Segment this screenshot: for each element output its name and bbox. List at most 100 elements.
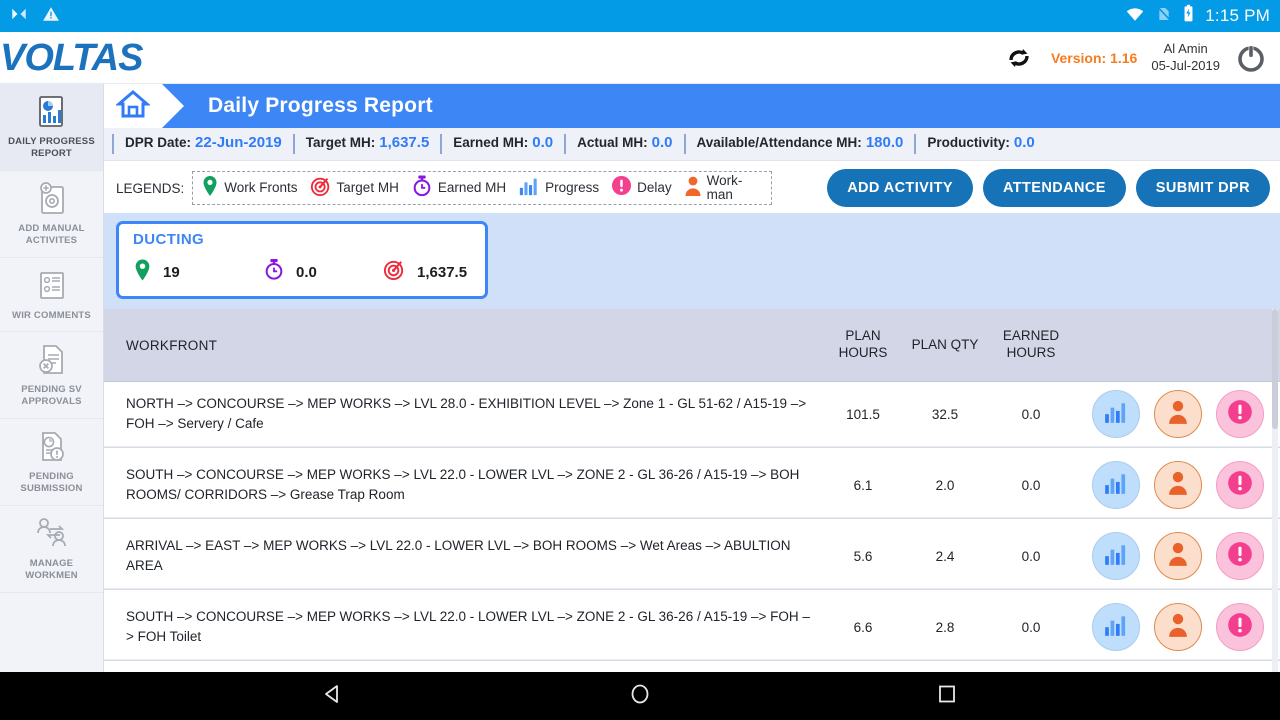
card-work-fronts-value: 19 [163, 263, 180, 281]
card-target-mh-value: 1,637.5 [417, 263, 468, 281]
doc-cross-icon [4, 340, 99, 380]
cell-earned-hours: 0.0 [1021, 406, 1041, 422]
card-stats: 19 0.0 1,637.5 [133, 257, 471, 287]
progress-button[interactable] [1092, 532, 1140, 580]
scrollbar-thumb[interactable] [1272, 309, 1278, 429]
kpi-actual-mh: Actual MH: 0.0 [564, 134, 683, 154]
home-icon [114, 89, 152, 124]
android-nav-bar [0, 672, 1280, 720]
target-icon [310, 175, 332, 202]
doc-pie-alert-icon [4, 427, 99, 467]
legend-label: Delay [637, 179, 672, 195]
sidebar-item-add-manual-activities[interactable]: ADD MANUAL ACTIVITES [0, 171, 103, 258]
table-row[interactable]: SOUTH –> CONCOURSE –> MEP WORKS –> LVL 2… [104, 595, 1280, 660]
workman-icon [1167, 541, 1189, 572]
power-icon[interactable] [1234, 41, 1268, 75]
activity-card-strip: DUCTING 19 0.0 1,637.5 [104, 213, 1280, 309]
sidebar-item-manage-workmen[interactable]: MANAGE WORKMEN [0, 506, 103, 593]
delay-button[interactable] [1216, 461, 1264, 509]
card-earned-mh-value: 0.0 [296, 263, 317, 281]
back-triangle-icon[interactable] [321, 682, 345, 711]
kpi-value: 0.0 [532, 134, 554, 151]
kpi-label: Target MH: [305, 135, 376, 150]
recents-square-icon[interactable] [935, 682, 959, 711]
table-row[interactable]: ARRIVAL –> EAST –> MEP WORKS –> LVL 22.0… [104, 524, 1280, 589]
sidebar-item-label: MANAGE WORKMEN [25, 557, 78, 581]
progress-button[interactable] [1092, 461, 1140, 509]
location-pin-icon [201, 175, 219, 202]
alert-circle-icon [1227, 612, 1253, 643]
alert-circle-icon [1227, 470, 1253, 501]
progress-button[interactable] [1092, 390, 1140, 438]
status-right-icons: 1:15 PM [1124, 4, 1270, 28]
legends-title: LEGENDS: [116, 180, 185, 196]
table-row[interactable]: NORTH –> CONCOURSE –> MEP WORKS –> LVL 2… [104, 382, 1280, 447]
android-status-bar: 1:15 PM [0, 0, 1280, 32]
activity-card-ducting[interactable]: DUCTING 19 0.0 1,637.5 [116, 221, 488, 299]
home-circle-icon[interactable] [628, 682, 652, 711]
workman-icon [1167, 612, 1189, 643]
cell-plan-qty: 2.0 [935, 477, 955, 493]
voltas-logo: VOLTAS [0, 36, 143, 79]
legend-label: Target MH [336, 179, 399, 195]
legend-label: Work Fronts [224, 179, 298, 195]
workman-button[interactable] [1154, 461, 1202, 509]
cell-plan-hours: 6.1 [853, 477, 873, 493]
kpi-target-mh: Target MH: 1,637.5 [292, 134, 441, 154]
cell-earned-hours: 0.0 [1021, 477, 1041, 493]
cell-actions [1074, 532, 1264, 580]
progress-button[interactable] [1092, 603, 1140, 651]
table-body: NORTH –> CONCOURSE –> MEP WORKS –> LVL 2… [104, 382, 1280, 660]
alert-circle-icon [1227, 399, 1253, 430]
plan-hours-line2: HOURS [838, 345, 888, 360]
workman-button[interactable] [1154, 532, 1202, 580]
table-row[interactable]: SOUTH –> CONCOURSE –> MEP WORKS –> LVL 2… [104, 453, 1280, 518]
cell-actions [1074, 461, 1264, 509]
submit-dpr-button[interactable]: SUBMIT DPR [1135, 169, 1270, 207]
legend-target-mh: Target MH [310, 175, 399, 202]
kpi-value: 180.0 [865, 134, 904, 151]
workman-button[interactable] [1154, 603, 1202, 651]
column-header-earned-hours: EARNED HOURS [988, 328, 1074, 362]
cell-earned-hours: 0.0 [1021, 619, 1041, 635]
attendance-button[interactable]: ATTENDANCE [982, 169, 1126, 207]
column-header-plan-qty: PLAN QTY [911, 336, 979, 352]
kpi-label: Earned MH: [453, 135, 529, 150]
cell-workfront: ARRIVAL –> EAST –> MEP WORKS –> LVL 22.0… [126, 538, 791, 573]
kpi-label: DPR Date: [125, 135, 192, 150]
delay-button[interactable] [1216, 532, 1264, 580]
user-info: Al Amin 05-Jul-2019 [1151, 41, 1220, 74]
table-header-row: WORKFRONT PLAN HOURS PLAN QTY EARNED HOU… [104, 309, 1280, 382]
cell-workfront: SOUTH –> CONCOURSE –> MEP WORKS –> LVL 2… [126, 467, 800, 502]
sidebar-item-wir-comments[interactable]: WIR COMMENTS [0, 258, 103, 333]
legend-row: LEGENDS: Work Fronts Target MH Earned MH… [104, 161, 1280, 213]
cell-actions [1074, 603, 1264, 651]
sidebar-item-pending-sv-approvals[interactable]: PENDING SV APPROVALS [0, 332, 103, 420]
card-stat-earned-mh: 0.0 [263, 257, 383, 287]
vertical-scrollbar[interactable] [1272, 309, 1278, 672]
app-root: 1:15 PM VOLTAS Version: 1.16 Al Amin 05-… [0, 0, 1280, 720]
sim-icon [1156, 5, 1172, 28]
cell-workfront: NORTH –> CONCOURSE –> MEP WORKS –> LVL 2… [126, 396, 807, 431]
sync-icon[interactable] [1001, 40, 1037, 76]
legend-delay: Delay [611, 175, 672, 201]
sidebar-item-daily-progress-report[interactable]: DAILY PROGRESS REPORT [0, 84, 103, 171]
body-wrap: DAILY PROGRESS REPORT ADD MANUAL ACTIVIT… [0, 84, 1280, 672]
cell-plan-qty: 32.5 [931, 406, 959, 422]
earned-hours-line1: EARNED [1002, 328, 1060, 344]
workman-button[interactable] [1154, 390, 1202, 438]
home-button[interactable] [104, 84, 184, 128]
delay-button[interactable] [1216, 390, 1264, 438]
kpi-value: 0.0 [651, 134, 673, 151]
card-stat-target-mh: 1,637.5 [383, 258, 467, 286]
sidebar-item-pending-submission[interactable]: PENDING SUBMISSION [0, 419, 103, 506]
delay-button[interactable] [1216, 603, 1264, 651]
add-gear-doc-icon [4, 179, 99, 219]
main-content: Daily Progress Report DPR Date: 22-Jun-2… [104, 84, 1280, 672]
earned-hours-line2: HOURS [1006, 345, 1056, 360]
people-list-doc-icon [4, 266, 99, 306]
kpi-value: 1,637.5 [379, 134, 430, 151]
add-activity-button[interactable]: ADD ACTIVITY [827, 169, 973, 207]
status-left-icons [10, 5, 60, 28]
wifi-icon [1124, 5, 1146, 28]
